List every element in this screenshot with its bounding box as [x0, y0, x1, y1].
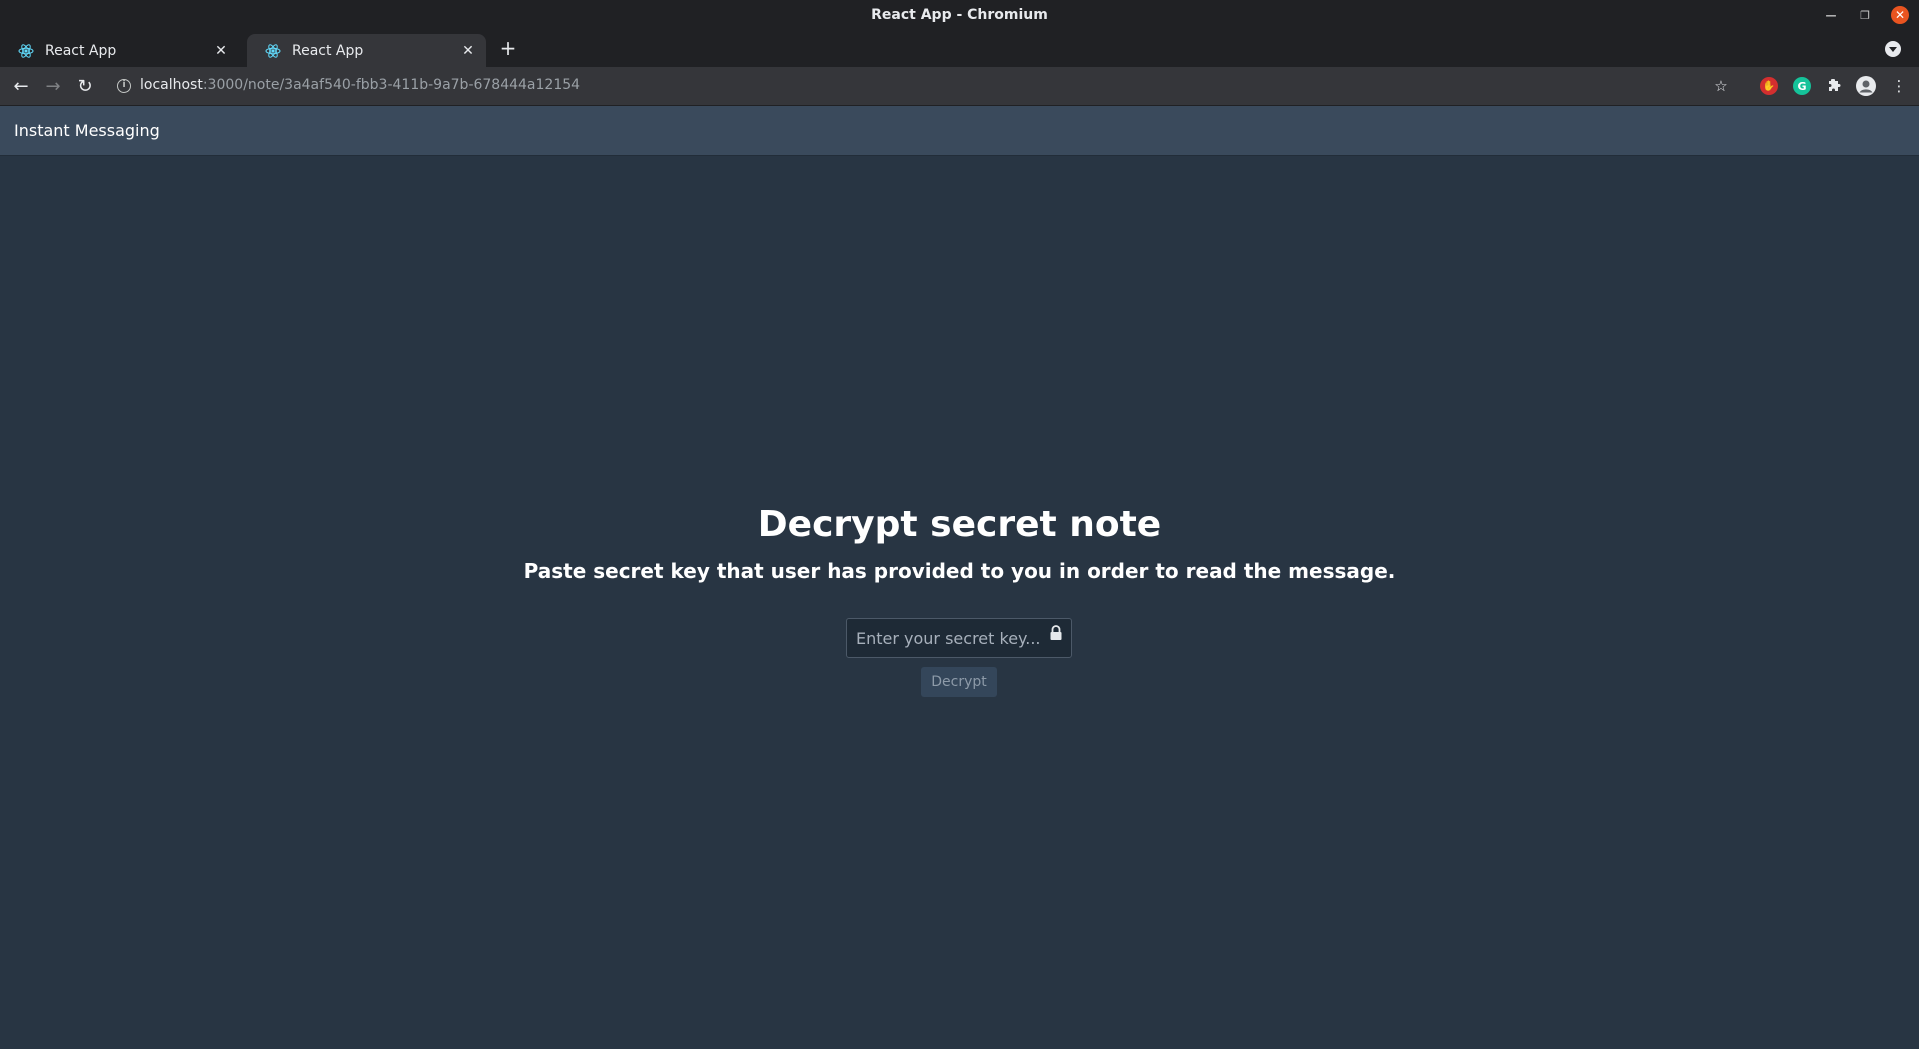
lock-icon	[1050, 625, 1062, 640]
menu-kebab-icon[interactable]: ⋮	[1890, 77, 1908, 95]
window-controls: — ❐ ✕	[1823, 0, 1909, 30]
tab-strip: React App ✕ React App ✕ +	[0, 30, 1919, 67]
maximize-icon[interactable]: ❐	[1857, 7, 1873, 23]
window-title: React App - Chromium	[871, 7, 1048, 23]
site-info-icon[interactable]: i	[117, 79, 131, 93]
secret-key-input[interactable]	[847, 619, 1071, 657]
reload-icon[interactable]: ↻	[75, 76, 95, 97]
tab-close-icon[interactable]: ✕	[213, 43, 229, 59]
tab-search-icon[interactable]	[1885, 41, 1901, 57]
tab-2[interactable]: React App ✕	[247, 34, 486, 67]
secret-key-field	[846, 618, 1072, 658]
page-subtitle: Paste secret key that user has provided …	[523, 559, 1396, 583]
page-title: Decrypt secret note	[757, 504, 1162, 545]
bookmark-star-icon[interactable]: ☆	[1712, 77, 1730, 95]
main-content: Decrypt secret note Paste secret key tha…	[0, 157, 1919, 1049]
url-path: :3000/note/3a4af540-fbb3-411b-9a7b-67844…	[202, 77, 581, 93]
profile-avatar-icon[interactable]	[1856, 76, 1876, 96]
close-window-icon[interactable]: ✕	[1891, 6, 1909, 24]
browser-toolbar: ← → ↻ i localhost:3000/note/3a4af540-fbb…	[0, 67, 1919, 106]
minimize-icon[interactable]: —	[1823, 7, 1839, 23]
window-titlebar: React App - Chromium — ❐ ✕	[0, 0, 1919, 30]
app-navbar: Instant Messaging	[0, 106, 1919, 156]
address-bar[interactable]: localhost:3000/note/3a4af540-fbb3-411b-9…	[140, 77, 580, 93]
react-icon	[265, 43, 281, 58]
tab-title: React App	[292, 42, 364, 59]
tab-1[interactable]: React App ✕	[0, 34, 239, 67]
grammarly-icon[interactable]: G	[1793, 77, 1811, 95]
app-brand[interactable]: Instant Messaging	[14, 121, 160, 140]
decrypt-button[interactable]: Decrypt	[921, 667, 997, 697]
new-tab-icon[interactable]: +	[498, 38, 518, 58]
url-host: localhost	[140, 77, 203, 93]
extensions-puzzle-icon[interactable]	[1825, 77, 1843, 95]
tab-close-icon[interactable]: ✕	[460, 43, 476, 59]
back-icon[interactable]: ←	[11, 76, 31, 97]
tab-title: React App	[45, 42, 117, 59]
forward-icon[interactable]: →	[43, 76, 63, 97]
extension-stop-icon[interactable]: ✋	[1760, 77, 1778, 95]
react-icon	[18, 43, 34, 58]
